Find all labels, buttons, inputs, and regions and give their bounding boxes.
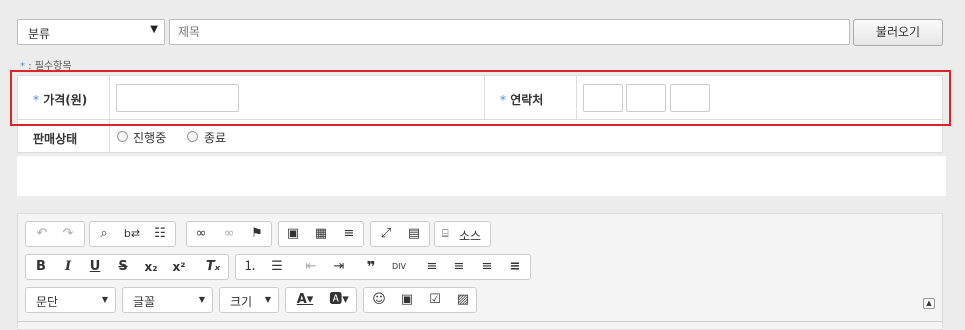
category-select[interactable]: 분류 ▼ [17, 19, 165, 45]
chevron-down-icon: ▼ [198, 295, 205, 304]
superscript-icon[interactable]: x² [166, 255, 192, 279]
media-icon[interactable]: ▨ [450, 288, 476, 312]
strikethrough-icon[interactable]: S [110, 255, 136, 279]
toolbar-find: ⌕ b⇄ ☷ [89, 221, 176, 247]
highlight-box [10, 70, 951, 126]
source-icon: ⌸ [442, 227, 449, 240]
toolbar-view: ⤢ ▤ [370, 221, 430, 247]
sale-status-radio-ongoing[interactable] [117, 131, 128, 142]
horizontal-rule-icon[interactable]: ≡ [336, 222, 362, 246]
numbered-list-icon[interactable]: ⒈ [237, 255, 263, 279]
image-upload-icon[interactable]: ▣ [394, 288, 420, 312]
smiley-icon[interactable]: ☺ [366, 288, 392, 312]
format-dropdown-label: 문단 [36, 295, 59, 309]
load-button[interactable]: 불러오기 [853, 19, 943, 46]
source-label: 소스 [459, 229, 482, 243]
sale-status-option-ongoing: 진행중 [133, 131, 167, 145]
toolbar-insert: ▣ ▦ ≡ [278, 221, 364, 247]
replace-icon[interactable]: b⇄ [119, 222, 145, 246]
blockquote-icon[interactable]: ❞ [358, 255, 384, 279]
category-select-label: 분류 [28, 27, 51, 41]
text-color-icon[interactable]: A▾ [290, 288, 320, 312]
toolbar-extras: ☺ ▣ ☑ ▨ [363, 287, 477, 313]
sale-status-radio-ended[interactable] [187, 131, 198, 142]
toolbar-basicstyles: B I U S x₂ x² Tₓ [25, 254, 229, 280]
undo-icon[interactable]: ↶ [29, 222, 55, 246]
align-left-icon[interactable]: ≡ [419, 255, 445, 279]
chevron-down-icon: ▼ [150, 24, 158, 35]
toolbar-links: ∞ ∞ ⚑ [186, 221, 272, 247]
table-icon[interactable]: ▦ [308, 222, 334, 246]
editor-content-top-border [17, 321, 943, 322]
sale-status-label: 판매상태 [33, 132, 78, 146]
chevron-down-icon: ▼ [101, 295, 108, 304]
chevron-down-icon: ▼ [264, 295, 271, 304]
bold-icon[interactable]: B [28, 255, 54, 279]
redo-icon[interactable]: ↷ [55, 222, 81, 246]
align-right-icon[interactable]: ≡ [474, 255, 500, 279]
checkbox-icon[interactable]: ☑ [422, 288, 448, 312]
anchor-flag-icon[interactable]: ⚑ [244, 222, 270, 246]
font-dropdown[interactable]: 글꼴 ▼ [122, 287, 213, 313]
toolbar-history: ↶ ↷ [25, 221, 85, 247]
underline-icon[interactable]: U [82, 255, 108, 279]
search-icon[interactable]: ⌕ [91, 222, 117, 246]
font-dropdown-label: 글꼴 [133, 295, 156, 309]
background-color-icon[interactable]: 🅰▾ [324, 288, 354, 312]
toolbar-paragraph: ⒈ ☰ ⇤ ⇥ ❞ DIV ≡ ≡ ≡ ≡ [235, 254, 531, 280]
source-button[interactable]: ⌸ 소스 [434, 221, 491, 247]
sale-status-option-ended: 종료 [204, 131, 227, 145]
remove-format-icon[interactable]: Tₓ [200, 255, 226, 279]
link-icon[interactable]: ∞ [188, 222, 214, 246]
indent-icon[interactable]: ⇥ [326, 255, 352, 279]
format-dropdown[interactable]: 문단 ▼ [25, 287, 116, 313]
div-icon[interactable]: DIV [386, 255, 412, 279]
unlink-icon[interactable]: ∞ [216, 222, 242, 246]
align-justify-icon[interactable]: ≡ [502, 255, 528, 279]
show-blocks-icon[interactable]: ▤ [401, 222, 427, 246]
image-icon[interactable]: ▣ [280, 222, 306, 246]
outdent-icon[interactable]: ⇤ [298, 255, 324, 279]
title-input[interactable] [169, 19, 850, 45]
size-dropdown-label: 크기 [230, 295, 253, 309]
select-all-icon[interactable]: ☷ [147, 222, 173, 246]
collapse-toolbar-icon[interactable]: ▲ [923, 298, 935, 309]
maximize-icon[interactable]: ⤢ [373, 222, 399, 246]
size-dropdown[interactable]: 크기 ▼ [219, 287, 279, 313]
align-center-icon[interactable]: ≡ [446, 255, 472, 279]
subscript-icon[interactable]: x₂ [138, 255, 164, 279]
blank-panel [17, 156, 946, 196]
bulleted-list-icon[interactable]: ☰ [264, 255, 290, 279]
toolbar-colors: A▾ 🅰▾ [285, 287, 357, 313]
italic-icon[interactable]: I [55, 255, 81, 279]
